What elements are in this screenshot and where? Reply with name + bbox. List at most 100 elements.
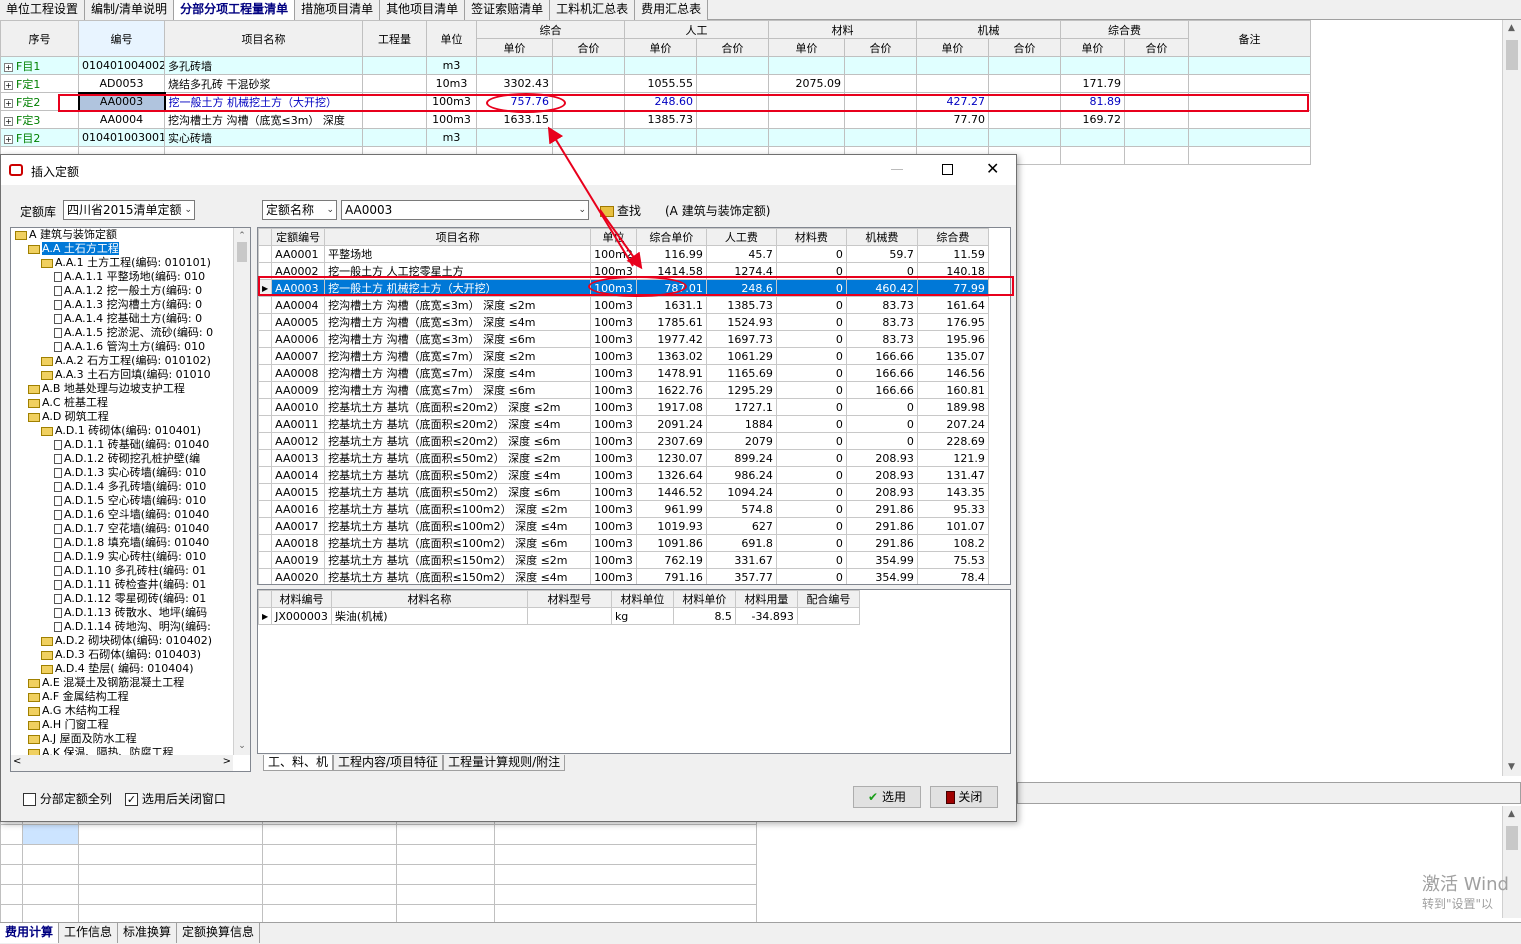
- col-header-total-price[interactable]: 合价: [988, 38, 1061, 57]
- row-indicator[interactable]: [258, 381, 273, 399]
- table-row[interactable]: AA0018 挖基坑土方 基坑（底面积≤100m2） 深度 ≤6m 100m3 109…: [258, 534, 989, 552]
- row-total-price[interactable]: [552, 74, 625, 93]
- grid-cell[interactable]: 11.59: [916, 245, 989, 263]
- row-indicator[interactable]: [258, 347, 273, 365]
- row-indicator[interactable]: [258, 517, 273, 535]
- grid-cell[interactable]: AA0015: [271, 483, 326, 501]
- detail-tab[interactable]: 工程量计算规则/附注: [443, 755, 566, 771]
- grid-cell[interactable]: 207.24: [916, 415, 989, 433]
- col-header-qty[interactable]: 工程量: [362, 20, 427, 57]
- row-unit[interactable]: m3: [426, 56, 477, 75]
- grid-cell[interactable]: 1165.69: [705, 364, 777, 382]
- empty-cell[interactable]: [0, 884, 23, 905]
- grid-cell[interactable]: AA0014: [271, 466, 326, 484]
- grid-cell[interactable]: 100m3: [590, 551, 637, 569]
- grid-cell[interactable]: 83.73: [845, 296, 918, 314]
- grid-cell[interactable]: 挖基坑土方 基坑（底面积≤20m2） 深度 ≤4m: [324, 415, 592, 433]
- tree-node[interactable]: A.A.1.5 挖淤泥、流砂(编码: 0: [11, 326, 250, 340]
- grid-cell[interactable]: 2079: [705, 432, 777, 450]
- grid-cell[interactable]: 0: [775, 466, 847, 484]
- grid-cell[interactable]: 100m3: [590, 534, 637, 552]
- row-machine-up[interactable]: [916, 74, 989, 93]
- row-indicator[interactable]: [258, 500, 273, 518]
- sheet-tab[interactable]: 费用汇总表: [635, 0, 709, 20]
- grid-cell[interactable]: 0: [775, 245, 847, 263]
- col-header-name[interactable]: 项目名称: [164, 20, 363, 57]
- tree-node[interactable]: A.A.1.6 管沟土方(编码: 010: [11, 340, 250, 354]
- col-header-unit[interactable]: 单位: [426, 20, 477, 57]
- grid-cell[interactable]: [796, 607, 860, 625]
- row-indicator[interactable]: [258, 551, 273, 569]
- grid-cell[interactable]: 挖基坑土方 基坑（底面积≤150m2） 深度 ≤4m: [324, 568, 592, 584]
- tree-node[interactable]: A.F 金属结构工程: [11, 690, 250, 704]
- row-total-price[interactable]: [844, 74, 917, 93]
- tree-node[interactable]: A.A.1.2 挖一般土方(编码: 0: [11, 284, 250, 298]
- row-seq[interactable]: + F目2: [0, 128, 79, 147]
- grid-cell[interactable]: 331.67: [705, 551, 777, 569]
- tree-node[interactable]: A.H 门窗工程: [11, 718, 250, 732]
- sheet-tab[interactable]: 工料机汇总表: [550, 0, 636, 20]
- row-material-up[interactable]: [768, 110, 845, 129]
- minimize-icon[interactable]: [891, 169, 903, 170]
- row-seq[interactable]: + F定1: [0, 74, 79, 93]
- grid-cell[interactable]: 0: [775, 517, 847, 535]
- status-tab[interactable]: 费用计算: [0, 923, 60, 943]
- grid-cell[interactable]: 961.99: [635, 500, 707, 518]
- sheet-tab[interactable]: 分部分项工程量清单: [174, 0, 296, 20]
- tree-node[interactable]: A.D.1.10 多孔砖柱(编码: 01: [11, 564, 250, 578]
- status-tab[interactable]: 工作信息: [59, 923, 119, 943]
- grid-cell[interactable]: 1091.86: [635, 534, 707, 552]
- row-total-price[interactable]: [988, 56, 1061, 75]
- empty-cell[interactable]: [0, 864, 23, 885]
- checkbox-unchecked-icon[interactable]: [23, 793, 36, 806]
- empty-cell[interactable]: [262, 884, 397, 905]
- splitter-bar[interactable]: [1017, 782, 1521, 804]
- grid-cell[interactable]: 1446.52: [635, 483, 707, 501]
- tree-node[interactable]: A.D 砌筑工程: [11, 410, 250, 424]
- grid-cell[interactable]: 挖沟槽土方 沟槽（底宽≤3m） 深度 ≤6m: [324, 330, 592, 348]
- empty-cell[interactable]: [1124, 146, 1189, 165]
- tree-node[interactable]: A.B 地基处理与边坡支护工程: [11, 382, 250, 396]
- grid-cell[interactable]: 挖基坑土方 基坑（底面积≤20m2） 深度 ≤6m: [324, 432, 592, 450]
- grid-cell[interactable]: 0: [775, 534, 847, 552]
- tree-node[interactable]: A.D.1.5 空心砖墙(编码: 010: [11, 494, 250, 508]
- grid-cell[interactable]: 0: [775, 296, 847, 314]
- row-total-price[interactable]: [696, 56, 769, 75]
- grid-cell[interactable]: 100m3: [590, 347, 637, 365]
- empty-cell[interactable]: [78, 844, 263, 865]
- scroll-down-icon[interactable]: ⌄: [234, 738, 250, 755]
- col-header-unit-price[interactable]: 单价: [916, 38, 989, 57]
- grid-cell[interactable]: 1061.29: [705, 347, 777, 365]
- row-indicator[interactable]: [258, 568, 273, 584]
- scroll-down-icon[interactable]: ▼: [1503, 759, 1520, 776]
- table-row[interactable]: ▶ JX000003 柴油(机械) kg 8.5 -34.893: [258, 607, 860, 625]
- grid-cell[interactable]: AA0019: [271, 551, 326, 569]
- grid-cell[interactable]: 100m3: [590, 296, 637, 314]
- scroll-thumb[interactable]: [1506, 826, 1518, 850]
- row-total-price[interactable]: [696, 74, 769, 93]
- empty-cell[interactable]: [494, 884, 757, 905]
- col-header[interactable]: 材料编号: [271, 590, 332, 608]
- row-qty[interactable]: [362, 74, 427, 93]
- col-header-total-price[interactable]: 合价: [1124, 38, 1189, 57]
- grid-cell[interactable]: 2307.69: [635, 432, 707, 450]
- expand-icon[interactable]: +: [4, 80, 13, 90]
- detail-tab[interactable]: 工程内容/项目特征: [333, 755, 444, 771]
- row-total-price[interactable]: [696, 128, 769, 147]
- row-fee-up[interactable]: [1060, 56, 1125, 75]
- empty-cell[interactable]: [78, 824, 263, 845]
- quota-lib-select[interactable]: 四川省2015清单定额 ⌄: [63, 200, 195, 220]
- table-row[interactable]: AA0010 挖基坑土方 基坑（底面积≤20m2） 深度 ≤2m 100m3 1917…: [258, 398, 989, 416]
- grid-cell[interactable]: [526, 607, 612, 625]
- empty-cell[interactable]: [22, 844, 79, 865]
- empty-cell[interactable]: [494, 824, 757, 845]
- sheet-tab[interactable]: 措施项目清单: [295, 0, 381, 20]
- sheet-tab[interactable]: 编制/清单说明: [85, 0, 175, 20]
- row-qty[interactable]: [362, 128, 427, 147]
- row-total-price[interactable]: [988, 110, 1061, 129]
- grid-cell[interactable]: AA0017: [271, 517, 326, 535]
- row-name[interactable]: 多孔砖墙: [164, 56, 363, 75]
- grid-cell[interactable]: 1884: [705, 415, 777, 433]
- row-remark[interactable]: [1188, 56, 1311, 75]
- row-indicator[interactable]: [258, 483, 273, 501]
